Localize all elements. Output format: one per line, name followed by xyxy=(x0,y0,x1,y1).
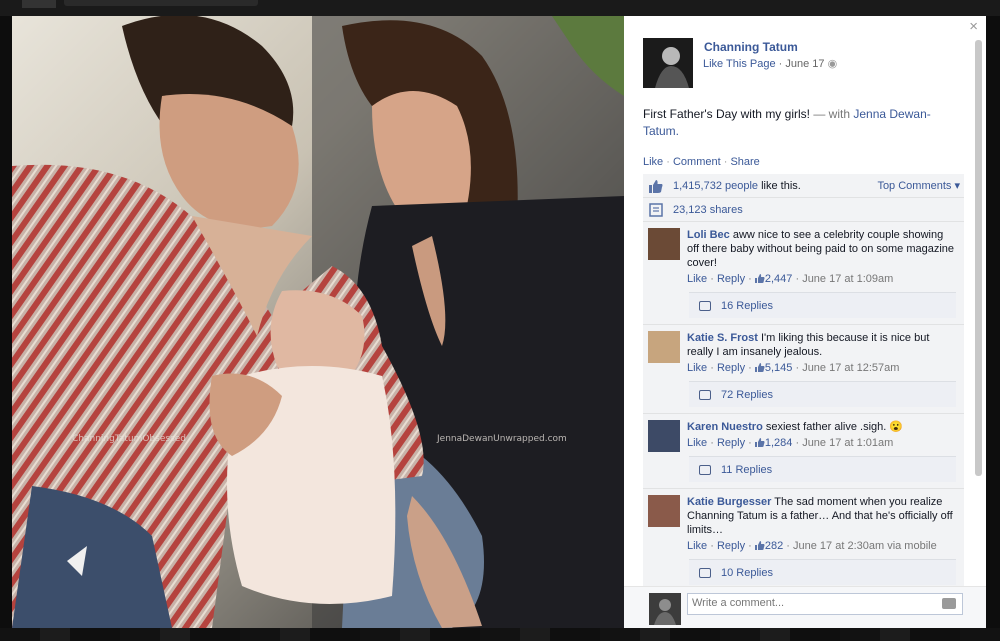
comment-like-count[interactable]: 282 xyxy=(754,540,783,552)
comment-item: Loli Bec aww nice to see a celebrity cou… xyxy=(643,222,964,325)
globe-icon: ◉ xyxy=(827,58,838,70)
comment-reply-link[interactable]: Reply xyxy=(717,437,745,449)
current-user-avatar xyxy=(649,593,681,625)
page-avatar-image xyxy=(643,38,693,88)
commenter-avatar[interactable] xyxy=(648,331,680,363)
comment-author[interactable]: Katie Burgesser xyxy=(687,496,771,508)
comment-text: sexiest father alive .sigh. 😮 xyxy=(765,421,904,433)
background-bottom-strip xyxy=(0,628,1000,641)
like-action[interactable]: Like xyxy=(643,156,663,168)
share-action[interactable]: Share xyxy=(730,156,759,168)
post-date[interactable]: June 17 xyxy=(785,58,824,70)
comment-item: Karen Nuestro sexiest father alive .sigh… xyxy=(643,414,964,489)
shares-row: 23,123 shares xyxy=(643,198,964,222)
replies-link[interactable]: 11 Replies xyxy=(689,456,956,482)
post-message: First Father's Day with my girls! — with… xyxy=(643,106,963,140)
comment-like-count[interactable]: 1,284 xyxy=(754,437,792,449)
background-search-field xyxy=(64,0,258,6)
commenter-avatar[interactable] xyxy=(648,420,680,452)
comment-input[interactable]: Write a comment... xyxy=(687,593,963,615)
comment-meta: Like · Reply · 1,284 · June 17 at 1:01am xyxy=(687,437,894,449)
comment-reply-link[interactable]: Reply xyxy=(717,540,745,552)
top-comments-dropdown[interactable]: Top Comments ▾ xyxy=(877,174,960,198)
likes-count-link[interactable]: 1,415,732 people xyxy=(673,180,758,192)
post-side-panel: × Channing Tatum Like This Page · June 1… xyxy=(624,16,986,628)
photo-image: ChanningTatumObsessed JennaDewanUnwrappe… xyxy=(12,16,624,628)
comment-author[interactable]: Karen Nuestro xyxy=(687,421,763,433)
comment-action[interactable]: Comment xyxy=(673,156,721,168)
comment-meta: Like · Reply · 282 · June 17 at 2:30am v… xyxy=(687,540,937,552)
speech-bubble-icon xyxy=(699,390,711,400)
comment-time[interactable]: June 17 at 1:09am xyxy=(802,273,893,285)
small-thumbs-up-icon xyxy=(754,363,765,372)
commenter-avatar[interactable] xyxy=(648,495,680,527)
watermark-right: JennaDewanUnwrapped.com xyxy=(436,434,567,444)
comment-composer: Write a comment... xyxy=(624,586,986,628)
page-avatar[interactable] xyxy=(643,38,693,88)
shares-link[interactable]: 23,123 shares xyxy=(673,204,743,216)
replies-link[interactable]: 16 Replies xyxy=(689,292,956,318)
comment-meta: Like · Reply · 5,145 · June 17 at 12:57a… xyxy=(687,362,900,374)
comment-meta: Like · Reply · 2,447 · June 17 at 1:09am xyxy=(687,273,894,285)
post-actions: Like · Comment · Share xyxy=(643,156,760,168)
comment-item: Katie S. Frost I'm liking this because i… xyxy=(643,325,964,414)
likes-row: 1,415,732 people like this. Top Comments… xyxy=(643,174,964,198)
comment-like-link[interactable]: Like xyxy=(687,362,707,374)
small-thumbs-up-icon xyxy=(754,541,765,550)
speech-bubble-icon xyxy=(699,568,711,578)
background-top-bar xyxy=(0,0,1000,16)
likes-suffix: like this. xyxy=(761,180,801,192)
shares-icon xyxy=(649,203,663,217)
speech-bubble-icon xyxy=(699,301,711,311)
comment-author[interactable]: Katie S. Frost xyxy=(687,332,758,344)
comment-time[interactable]: June 17 at 12:57am xyxy=(802,362,899,374)
page-name-link[interactable]: Channing Tatum xyxy=(704,40,798,54)
with-prefix: — with xyxy=(813,107,851,121)
thumbs-up-icon xyxy=(649,180,663,193)
comment-time[interactable]: June 17 at 2:30am via mobile xyxy=(793,540,937,552)
scrollbar-thumb[interactable] xyxy=(975,40,982,476)
comment-like-count[interactable]: 5,145 xyxy=(754,362,792,374)
comment-author[interactable]: Loli Bec xyxy=(687,229,730,241)
small-thumbs-up-icon xyxy=(754,274,765,283)
comment-like-link[interactable]: Like xyxy=(687,437,707,449)
page-meta: Like This Page · June 17 ◉ xyxy=(703,57,837,70)
like-page-link[interactable]: Like This Page xyxy=(703,58,776,70)
replies-link[interactable]: 72 Replies xyxy=(689,381,956,407)
comment-reply-link[interactable]: Reply xyxy=(717,362,745,374)
commenter-avatar[interactable] xyxy=(648,228,680,260)
speech-bubble-icon xyxy=(699,465,711,475)
comment-like-link[interactable]: Like xyxy=(687,273,707,285)
action-separator: · xyxy=(663,156,673,168)
comment-time[interactable]: June 17 at 1:01am xyxy=(802,437,893,449)
comment-like-link[interactable]: Like xyxy=(687,540,707,552)
comment-reply-link[interactable]: Reply xyxy=(717,273,745,285)
replies-link[interactable]: 10 Replies xyxy=(689,559,956,585)
close-button[interactable]: × xyxy=(969,18,978,36)
action-separator: · xyxy=(720,156,731,168)
comment-item: Katie Burgesser The sad moment when you … xyxy=(643,489,964,592)
watermark-left: ChanningTatumObsessed xyxy=(72,434,186,444)
comment-input-placeholder: Write a comment... xyxy=(692,597,785,609)
camera-icon[interactable] xyxy=(942,598,956,609)
background-thumbnail xyxy=(22,0,56,8)
current-user-avatar-image xyxy=(649,593,681,625)
post-text: First Father's Day with my girls! xyxy=(643,107,810,121)
comment-like-count[interactable]: 2,447 xyxy=(754,273,792,285)
small-thumbs-up-icon xyxy=(754,438,765,447)
feedback-area: 1,415,732 people like this. Top Comments… xyxy=(643,174,964,592)
post-photo[interactable]: ChanningTatumObsessed JennaDewanUnwrappe… xyxy=(12,16,624,628)
